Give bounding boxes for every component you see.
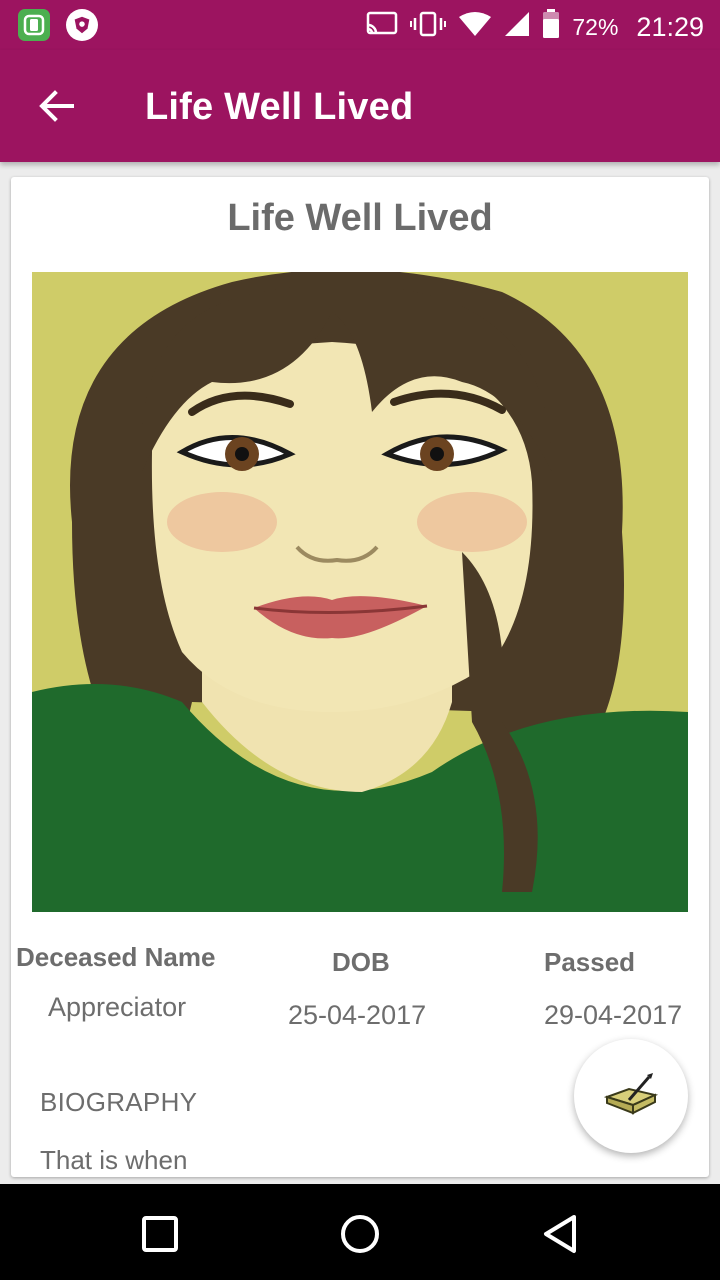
passed-label: Passed bbox=[544, 947, 636, 977]
recents-button[interactable] bbox=[140, 1214, 180, 1254]
guestbook-pen-icon bbox=[603, 1073, 659, 1115]
phone-screen: 72% 21:29 Life Well Lived Life Well Live… bbox=[0, 0, 720, 1280]
home-circle-icon bbox=[341, 1215, 379, 1253]
system-nav-bar bbox=[0, 1184, 720, 1280]
memorial-card: Life Well Lived Deceased Name Appreciato… bbox=[11, 177, 709, 1177]
card-title: Life Well Lived bbox=[227, 197, 493, 239]
biography-text: That is when bbox=[40, 1145, 188, 1175]
deceased-name-value: Appreciator bbox=[48, 992, 187, 1022]
dob-value: 25-04-2017 bbox=[288, 1000, 427, 1030]
app-bar: Life Well Lived bbox=[0, 50, 720, 162]
dob-label: DOB bbox=[332, 947, 390, 977]
signal-icon bbox=[504, 11, 530, 44]
portrait-image bbox=[32, 272, 688, 912]
vibrate-icon bbox=[410, 11, 447, 44]
battery-percent: 72% bbox=[572, 14, 619, 40]
wifi-icon bbox=[458, 11, 492, 44]
back-button[interactable] bbox=[26, 78, 86, 134]
guestbook-fab-button[interactable] bbox=[574, 1039, 688, 1153]
biography-heading: BIOGRAPHY bbox=[40, 1087, 198, 1117]
deceased-name-label: Deceased Name bbox=[16, 942, 216, 972]
status-bar: 72% 21:29 bbox=[0, 0, 720, 50]
arrow-back-icon bbox=[39, 90, 74, 122]
shield-app-icon bbox=[66, 9, 98, 41]
cast-icon bbox=[366, 11, 398, 44]
home-button[interactable] bbox=[340, 1214, 380, 1254]
system-back-button[interactable] bbox=[540, 1214, 580, 1254]
clock: 21:29 bbox=[636, 12, 704, 42]
recents-square-icon bbox=[142, 1216, 178, 1252]
battery-icon bbox=[542, 9, 560, 46]
passed-value: 29-04-2017 bbox=[544, 1000, 683, 1030]
app-notification-icon bbox=[18, 9, 50, 41]
back-triangle-icon bbox=[544, 1215, 576, 1253]
page-title: Life Well Lived bbox=[145, 86, 414, 128]
